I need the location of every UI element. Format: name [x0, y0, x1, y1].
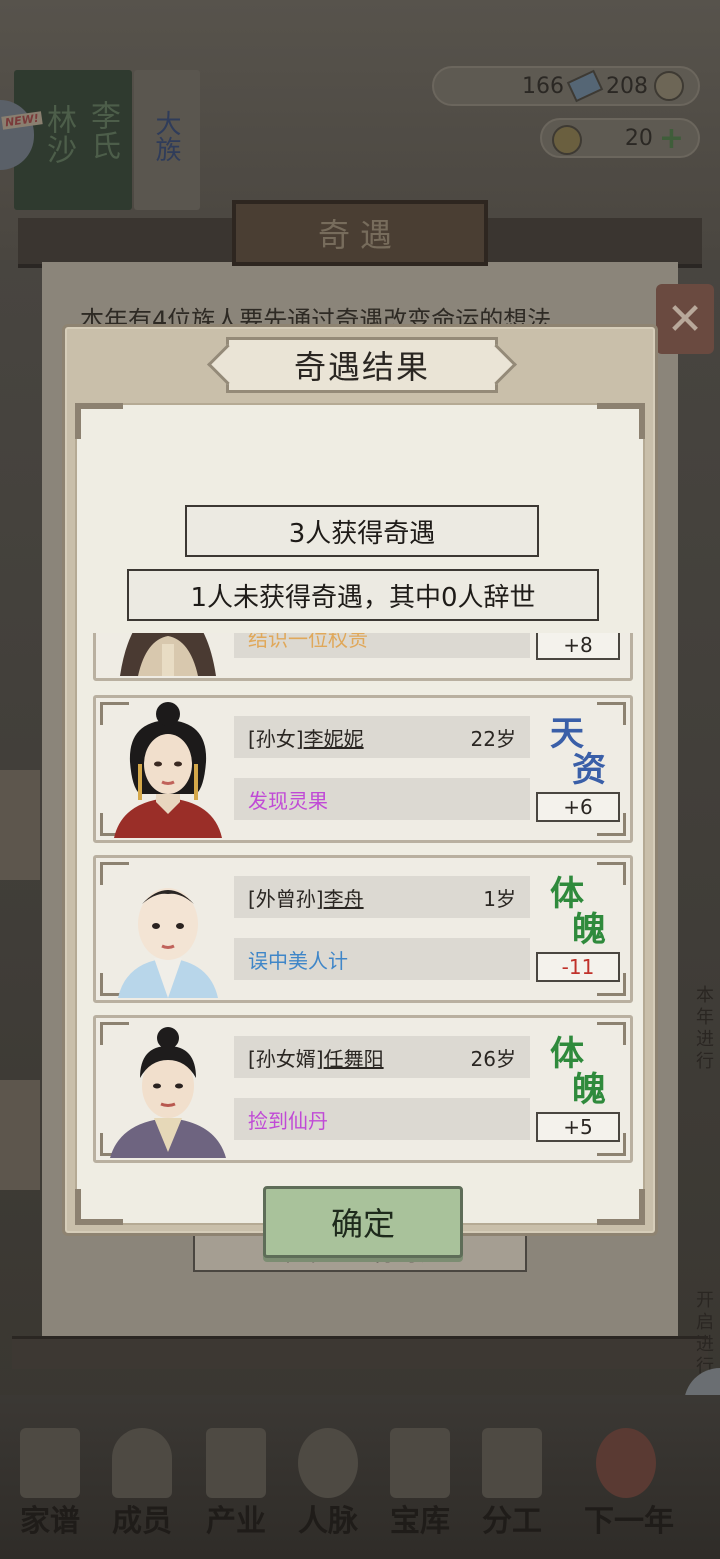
side-tab-left-2[interactable] [0, 1080, 40, 1190]
network-icon [298, 1428, 358, 1498]
close-button[interactable]: ✕ [656, 284, 714, 354]
nav-label: 家谱 [20, 1504, 80, 1539]
side-text-2: 开启进行 [696, 1290, 714, 1377]
board-title: 奇遇 [232, 200, 488, 266]
stat-type-icon: 体魄 [550, 1034, 606, 1110]
nav-family-tree[interactable]: 家谱 [6, 1420, 94, 1550]
nav-label: 分工 [482, 1504, 542, 1539]
side-text-1: 本年进行 [696, 985, 714, 1072]
nav-label: 下一年 [584, 1504, 674, 1539]
clan-level: 大族 [151, 110, 181, 162]
next-year-icon [596, 1428, 656, 1498]
summary-not-gained: 1人未获得奇遇，其中0人辞世 [127, 569, 599, 621]
nav-label: 成员 [112, 1504, 172, 1539]
result-card: [孙女婿] 任舞阳 26岁 捡到仙丹 体魄 +5 [93, 1015, 633, 1163]
division-icon [482, 1428, 542, 1498]
stat-type-icon: 天资 [550, 714, 606, 790]
member-portrait [100, 1022, 236, 1158]
nav-members[interactable]: 成员 [98, 1420, 186, 1550]
corner-ornament [75, 403, 123, 439]
event-label: 发现灵果 [234, 778, 530, 820]
nav-label: 人脉 [298, 1504, 358, 1539]
summary-gained: 3人获得奇遇 [185, 505, 539, 557]
modal-title: 奇遇结果 [293, 348, 430, 386]
nav-industry[interactable]: 产业 [192, 1420, 280, 1550]
member-role: [外曾孙] [248, 886, 324, 911]
corner-ornament [597, 403, 645, 439]
member-name-bar: [孙女婿] 任舞阳 26岁 [234, 1036, 530, 1078]
member-role: [孙女婿] [248, 1046, 324, 1071]
modal-body: 3人获得奇遇 1人未获得奇遇，其中0人辞世 结识一位权贵 +8 [孙女] 李妮妮… [75, 403, 645, 1258]
member-portrait [100, 702, 236, 838]
coin-icon [654, 71, 684, 101]
family-name-tag: 林沙 [41, 104, 76, 164]
event-text: 误中美人计 [248, 948, 348, 973]
clan-level-book: 大族 [134, 70, 200, 210]
stat-delta: +5 [536, 1112, 620, 1142]
nav-label: 产业 [206, 1504, 266, 1539]
member-name-bar: [孙女] 李妮妮 22岁 [234, 716, 530, 758]
stat-delta: -11 [536, 952, 620, 982]
result-card: [孙女] 李妮妮 22岁 发现灵果 天资 +6 [93, 695, 633, 843]
corner-ornament [75, 1189, 123, 1225]
encounter-result-modal: 奇遇结果 3人获得奇遇 1人未获得奇遇，其中0人辞世 结识一位权贵 +8 [孙女… [62, 324, 658, 1258]
event-text: 结识一位权贵 [248, 633, 368, 651]
gem-count: 166 [522, 73, 564, 99]
corner-ornament [597, 1189, 645, 1225]
clan-name: 李氏 [85, 100, 120, 160]
treasury-icon [390, 1428, 450, 1498]
member-portrait [100, 633, 236, 676]
event-text: 捡到仙丹 [248, 1108, 328, 1133]
nav-next-year[interactable]: 下一年 [566, 1420, 692, 1550]
gold-ingot-icon [552, 125, 582, 155]
close-icon: ✕ [666, 293, 704, 345]
nav-division[interactable]: 分工 [468, 1420, 556, 1550]
member-age: 26岁 [470, 1046, 516, 1071]
members-icon [112, 1428, 172, 1498]
stat-delta: +8 [536, 633, 620, 660]
resource-bar[interactable]: 166 208 [432, 66, 700, 106]
industry-icon [206, 1428, 266, 1498]
confirm-button[interactable]: 确定 [263, 1186, 463, 1258]
coin-count: 208 [606, 73, 648, 99]
result-list[interactable]: 结识一位权贵 +8 [孙女] 李妮妮 22岁 发现灵果 天 资 +6 [外曾孙]… [93, 633, 633, 1163]
member-name[interactable]: 李妮妮 [304, 723, 364, 752]
nav-treasury[interactable]: 宝库 [376, 1420, 464, 1550]
add-gold-icon[interactable]: + [659, 121, 684, 156]
member-age: 1岁 [483, 886, 516, 911]
event-label: 结识一位权贵 [234, 633, 530, 658]
stat-delta: +6 [536, 792, 620, 822]
member-age: 22岁 [470, 726, 516, 751]
gold-count: 20 [624, 125, 653, 151]
family-tree-icon [20, 1428, 80, 1498]
gold-bar[interactable]: 20 + [540, 118, 700, 158]
result-card: [外曾孙] 李舟 1岁 误中美人计 体魄 -11 [93, 855, 633, 1003]
member-role: [孙女] [248, 726, 304, 751]
side-tab-left-1[interactable] [0, 770, 40, 880]
member-name[interactable]: 任舞阳 [324, 1043, 384, 1072]
member-portrait [100, 862, 236, 998]
result-card: 结识一位权贵 +8 [93, 633, 633, 681]
member-name[interactable]: 李舟 [324, 883, 364, 912]
member-name-bar: [外曾孙] 李舟 1岁 [234, 876, 530, 918]
stat-type-icon: 体魄 [550, 874, 606, 950]
gem-icon [566, 69, 604, 103]
nav-network[interactable]: 人脉 [284, 1420, 372, 1550]
event-label: 误中美人计 [234, 938, 530, 980]
event-text: 发现灵果 [248, 788, 328, 813]
scroll-bottom-edge [12, 1336, 708, 1369]
modal-title-banner: 奇遇结果 [226, 337, 498, 393]
event-label: 捡到仙丹 [234, 1098, 530, 1140]
nav-label: 宝库 [390, 1504, 450, 1539]
